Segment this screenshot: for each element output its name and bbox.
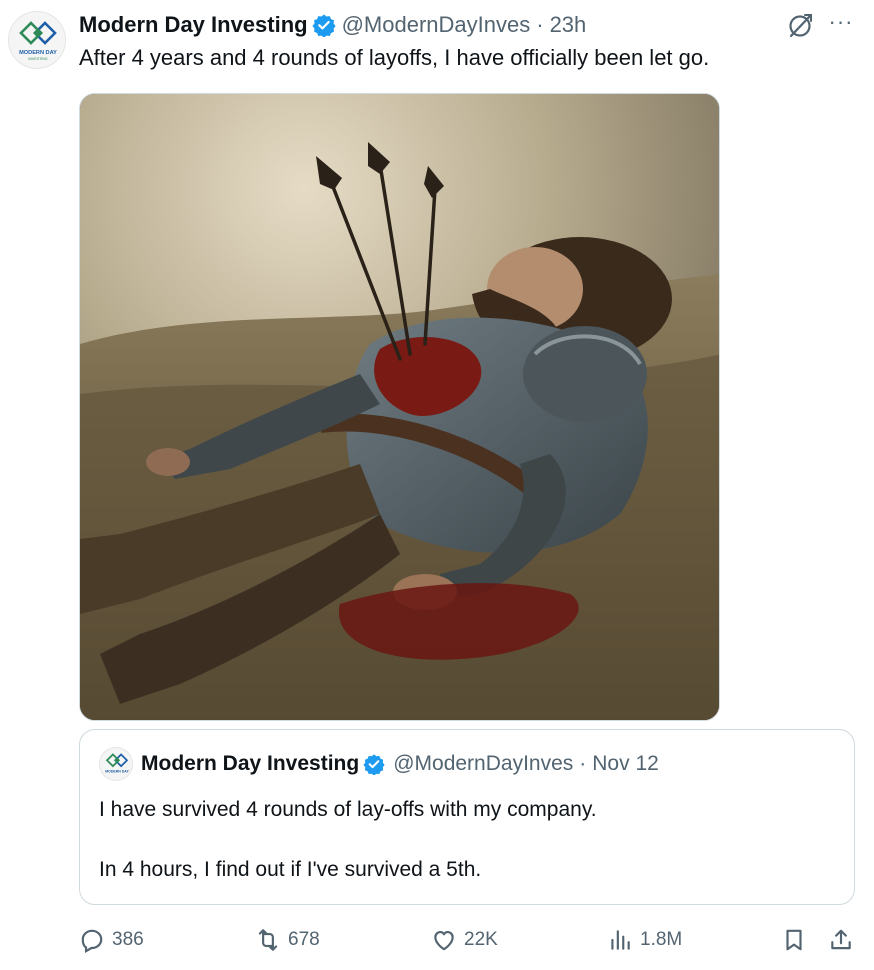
quoted-post-text-line-1: I have survived 4 rounds of lay-offs wit… <box>99 798 597 821</box>
quoted-author-name[interactable]: Modern Day Investing <box>141 752 359 776</box>
bookmark-icon[interactable] <box>781 927 807 953</box>
author-name[interactable]: Modern Day Investing <box>79 12 308 38</box>
repost-button[interactable]: 678 <box>255 922 320 958</box>
quoted-author-handle[interactable]: @ModernDayInves <box>393 752 573 776</box>
logo-subtext: INVESTING <box>28 57 48 61</box>
like-count: 22K <box>464 929 498 950</box>
post-header: Modern Day Investing @ModernDayInves · 2… <box>79 10 586 40</box>
quoted-post-timestamp[interactable]: Nov 12 <box>592 752 659 776</box>
quoted-post-text-line-2: In 4 hours, I find out if I've survived … <box>99 858 482 881</box>
action-bar: 386 678 22K 1.8M <box>0 922 874 958</box>
grok-icon[interactable] <box>786 12 814 40</box>
verified-badge-icon[interactable] <box>363 753 385 775</box>
fallen-knight-painting <box>80 94 719 720</box>
verified-badge-icon[interactable] <box>312 13 336 37</box>
repost-count: 678 <box>288 929 320 950</box>
quoted-author-avatar[interactable]: MODERN DAY <box>99 747 133 781</box>
author-handle[interactable]: @ModernDayInves <box>342 12 531 38</box>
views-icon <box>611 930 630 950</box>
share-icon[interactable] <box>828 927 854 953</box>
like-button[interactable]: 22K <box>431 922 498 958</box>
reply-icon <box>81 929 103 953</box>
post-timestamp[interactable]: 23h <box>550 12 587 38</box>
views-button[interactable]: 1.8M <box>607 922 682 958</box>
reply-count: 386 <box>112 929 144 950</box>
heart-icon <box>434 931 454 951</box>
quoted-post[interactable]: MODERN DAY Modern Day Investing @ModernD… <box>79 729 855 905</box>
separator-dot: · <box>579 752 587 775</box>
post-image[interactable] <box>79 93 720 721</box>
logo-wordmark: MODERN DAY <box>19 50 57 56</box>
logo-wordmark: MODERN DAY <box>105 770 129 774</box>
reply-button[interactable]: 386 <box>79 922 144 958</box>
more-options-icon[interactable]: ··· <box>826 11 856 40</box>
repost-icon <box>258 929 278 951</box>
separator-dot: · <box>536 12 544 37</box>
modern-day-investing-logo: MODERN DAY <box>105 753 129 774</box>
views-count: 1.8M <box>640 929 683 950</box>
author-avatar[interactable]: MODERN DAY INVESTING <box>8 11 66 69</box>
quoted-post-header: Modern Day Investing @ModernDayInves · N… <box>141 750 659 778</box>
modern-day-investing-logo: MODERN DAY INVESTING <box>19 21 57 61</box>
post-text: After 4 years and 4 rounds of layoffs, I… <box>79 45 710 70</box>
